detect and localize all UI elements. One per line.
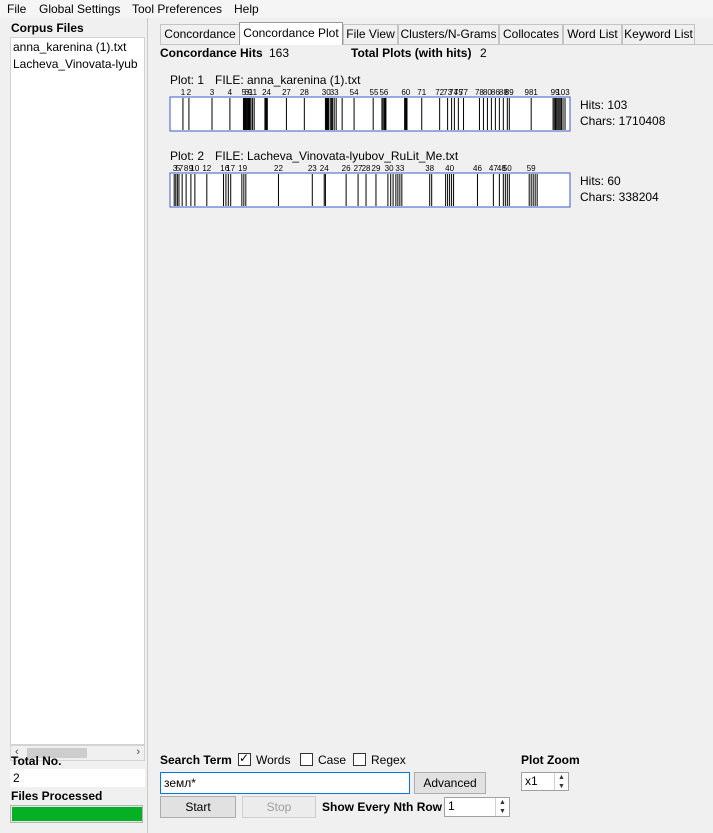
spin-down-icon[interactable]: ▼ bbox=[555, 782, 568, 791]
advanced-button[interactable]: Advanced bbox=[414, 772, 486, 794]
plot-2-chars: Chars: 338204 bbox=[580, 190, 659, 204]
hit-label: 56 bbox=[379, 88, 388, 97]
nth-row-label: Show Every Nth Row bbox=[322, 800, 443, 814]
hit-label: 77 bbox=[459, 88, 468, 97]
menu-global-settings[interactable]: Global Settings bbox=[39, 2, 120, 16]
files-processed-progress bbox=[10, 805, 143, 823]
plot-1-chars: Chars: 1710408 bbox=[580, 114, 666, 128]
hit-label: 38 bbox=[425, 164, 434, 173]
hit-label: 1 bbox=[181, 88, 186, 97]
hit-label: 12 bbox=[202, 164, 211, 173]
tab-file-view[interactable]: File View bbox=[343, 24, 398, 44]
menu-bar: File Global Settings Tool Preferences He… bbox=[0, 0, 713, 18]
tool-tabs: Concordance Concordance Plot File View C… bbox=[160, 22, 713, 45]
concordance-hits-label: Concordance Hits bbox=[160, 46, 263, 60]
start-button[interactable]: Start bbox=[160, 796, 236, 818]
total-plots-label: Total Plots (with hits) bbox=[351, 46, 472, 60]
total-plots-value: 2 bbox=[480, 46, 487, 60]
summary-bar: Concordance Hits 163 Total Plots (with h… bbox=[160, 45, 713, 63]
tab-word-list[interactable]: Word List bbox=[563, 24, 622, 44]
corpus-file-item[interactable]: Lacheva_Vinovata-lyub bbox=[13, 57, 138, 71]
progress-fill bbox=[12, 807, 142, 821]
corpus-files-label: Corpus Files bbox=[11, 21, 84, 35]
total-no-value: 2 bbox=[10, 769, 145, 787]
hit-label: 50 bbox=[503, 164, 512, 173]
nth-row-spin-buttons[interactable]: ▲ ▼ bbox=[495, 798, 509, 816]
zoom-spin-buttons[interactable]: ▲ ▼ bbox=[554, 773, 568, 790]
hit-label: 27 bbox=[282, 88, 291, 97]
case-checkbox[interactable] bbox=[300, 753, 313, 766]
hit-label: 71 bbox=[417, 88, 426, 97]
left-panel: Corpus Files anna_karenina (1).txt Lache… bbox=[0, 18, 148, 833]
regex-checkbox[interactable] bbox=[353, 753, 366, 766]
hit-label: 60 bbox=[401, 88, 410, 97]
scroll-right-icon[interactable]: › bbox=[136, 746, 140, 758]
spin-down-icon[interactable]: ▼ bbox=[496, 807, 509, 816]
hit-label: 59 bbox=[527, 164, 536, 173]
concordance-plot-panel: Concordance Hits 163 Total Plots (with h… bbox=[160, 44, 713, 748]
hit-label: 19 bbox=[238, 164, 247, 173]
plot-zoom-spinner[interactable]: x1 ▲ ▼ bbox=[521, 772, 569, 791]
hit-label: 55 bbox=[370, 88, 379, 97]
hit-label: 33 bbox=[395, 164, 404, 173]
words-label: Words bbox=[256, 753, 291, 767]
total-no-label: Total No. bbox=[11, 754, 62, 768]
hit-label: 17 bbox=[226, 164, 235, 173]
hit-label: 24 bbox=[320, 164, 329, 173]
hit-label: 103 bbox=[556, 88, 570, 97]
plot-bar-frame bbox=[169, 172, 571, 208]
files-processed-label: Files Processed bbox=[11, 789, 103, 803]
tab-concordance-plot[interactable]: Concordance Plot bbox=[239, 22, 343, 45]
concordance-hits-value: 163 bbox=[269, 46, 290, 60]
menu-file[interactable]: File bbox=[7, 2, 26, 16]
case-label: Case bbox=[318, 753, 347, 767]
tab-keyword-list[interactable]: Keyword List bbox=[622, 24, 695, 44]
hit-label: 28 bbox=[362, 164, 371, 173]
hit-label: 89 bbox=[505, 88, 514, 97]
hit-label: 3 bbox=[210, 88, 215, 97]
hit-label: 28 bbox=[300, 88, 309, 97]
hit-label: 40 bbox=[445, 164, 454, 173]
plot-zoom-label: Plot Zoom bbox=[521, 753, 580, 767]
plot-2-hits: Hits: 60 bbox=[580, 174, 621, 188]
plot-zoom-value: x1 bbox=[525, 774, 538, 788]
hit-label: 24 bbox=[262, 88, 271, 97]
words-checkbox[interactable] bbox=[238, 751, 251, 766]
hit-label: 30 bbox=[385, 164, 394, 173]
hit-label: 10 bbox=[190, 164, 199, 173]
hit-label: 23 bbox=[308, 164, 317, 173]
hit-label: 33 bbox=[330, 88, 339, 97]
tab-concordance[interactable]: Concordance bbox=[160, 24, 240, 44]
hit-label: 4 bbox=[228, 88, 233, 97]
hit-label: 2 bbox=[187, 88, 192, 97]
corpus-file-item[interactable]: anna_karenina (1).txt bbox=[13, 40, 126, 54]
plot-area[interactable]: Plot: 1 FILE: anna_karenina (1).txt 1234… bbox=[160, 63, 713, 748]
tab-collocates[interactable]: Collocates bbox=[499, 24, 563, 44]
search-controls: Search Term Words Case Regex Advanced St… bbox=[160, 747, 713, 833]
hit-label: 46 bbox=[473, 164, 482, 173]
hit-label: 54 bbox=[350, 88, 359, 97]
spin-up-icon[interactable]: ▲ bbox=[496, 798, 509, 807]
hit-label: 22 bbox=[274, 164, 283, 173]
hit-label: 11 bbox=[249, 88, 258, 97]
hit-label: 29 bbox=[372, 164, 381, 173]
menu-help[interactable]: Help bbox=[234, 2, 259, 16]
nth-row-spinner[interactable]: 1 ▲ ▼ bbox=[444, 797, 510, 817]
plot-1-hits: Hits: 103 bbox=[580, 98, 628, 112]
hit-label: 26 bbox=[342, 164, 351, 173]
regex-label: Regex bbox=[371, 753, 406, 767]
spin-up-icon[interactable]: ▲ bbox=[555, 773, 568, 782]
menu-tool-preferences[interactable]: Tool Preferences bbox=[132, 2, 222, 16]
search-term-input[interactable] bbox=[160, 772, 410, 794]
search-term-label: Search Term bbox=[160, 753, 232, 767]
nth-row-value: 1 bbox=[448, 799, 455, 813]
tab-clusters-ngrams[interactable]: Clusters/N-Grams bbox=[398, 24, 499, 44]
hit-label: 981 bbox=[525, 88, 539, 97]
stop-button[interactable]: Stop bbox=[242, 796, 316, 818]
corpus-file-list[interactable]: anna_karenina (1).txt Lacheva_Vinovata-l… bbox=[10, 37, 145, 745]
